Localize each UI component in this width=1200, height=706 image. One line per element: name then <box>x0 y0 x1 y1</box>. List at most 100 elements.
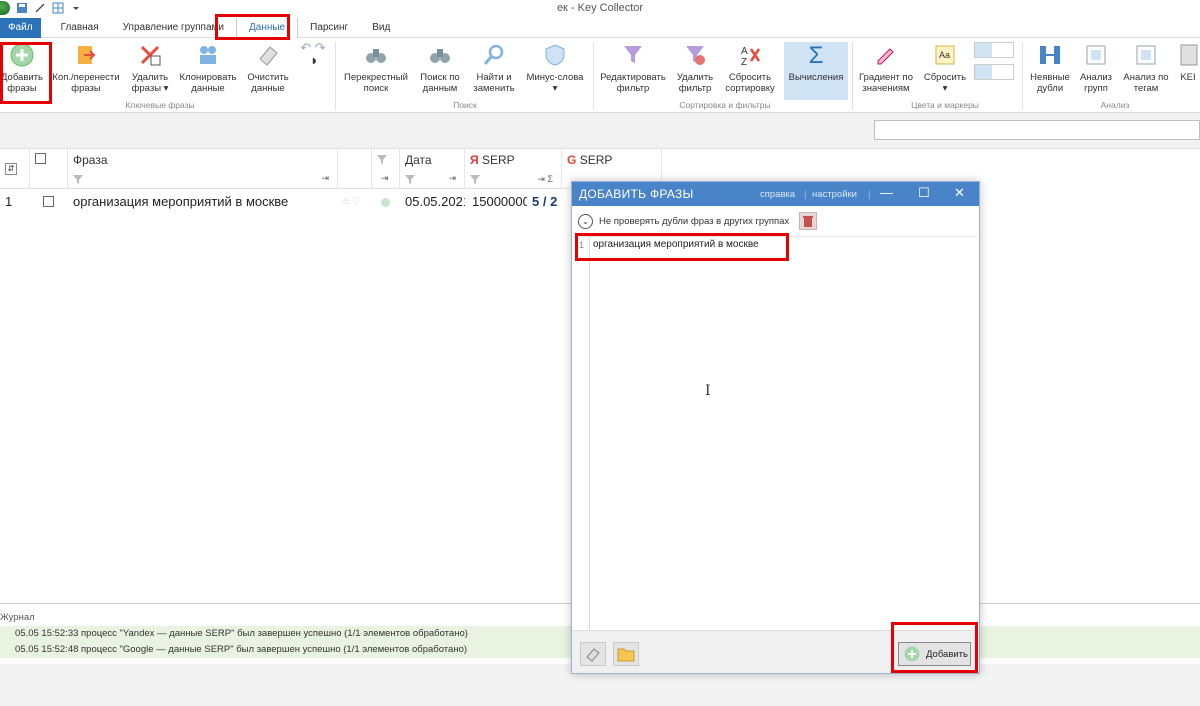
phrase-line[interactable]: организация мероприятий в москве <box>593 239 759 250</box>
implicit-duplicates-button[interactable]: Неявные дубли <box>1026 42 1074 94</box>
filter-icon[interactable] <box>377 155 387 164</box>
clone-people-icon <box>195 42 221 68</box>
delete-phrases-button[interactable]: Удалить фразы ▾ <box>126 42 174 94</box>
group-label-sort-filter: Сортировка и фильтры <box>679 100 771 110</box>
select-all-checkbox-cell[interactable] <box>30 149 68 189</box>
column-header-yandex-serp[interactable]: Я SERP ⇥ Σ <box>465 149 562 189</box>
filter-icon[interactable] <box>73 175 83 184</box>
duplicate-check-option[interactable]: Не проверять дубли фраз в других группах <box>599 216 789 227</box>
minus-words-label: Минус-слова ▾ <box>526 72 584 94</box>
pin-icon[interactable]: ⇥ <box>321 173 329 184</box>
clear-data-button[interactable]: Очистить данные <box>244 42 292 94</box>
kei-button[interactable]: KEI <box>1176 42 1200 83</box>
row-checkbox-cell[interactable] <box>38 190 68 214</box>
clone-data-button[interactable]: Клонировать данные <box>178 42 238 94</box>
lock-icon[interactable]: ⌂ ♡ <box>338 190 372 214</box>
filter-icon[interactable] <box>470 175 480 184</box>
pin-icon[interactable]: ⇥ <box>381 173 389 184</box>
text-style-icon: Aa <box>932 42 958 68</box>
find-replace-button[interactable]: Найти и заменить <box>470 42 518 94</box>
column-yandex-serp-label: SERP <box>481 153 515 167</box>
column-header-date[interactable]: Дата ⇥ <box>400 149 465 189</box>
group-label-colors-markers: Цвета и маркеры <box>911 100 979 110</box>
tab-group-management[interactable]: Управление группами <box>111 18 236 38</box>
column-header-phrase[interactable]: Фраза ⇥ <box>68 149 338 189</box>
maximize-icon[interactable]: ☐ <box>918 185 930 201</box>
eraser-icon <box>586 648 600 662</box>
phrase-cell[interactable]: организация мероприятий в москве <box>68 190 338 214</box>
cross-search-button[interactable]: Перекрестный поиск <box>342 42 410 94</box>
edit-filter-button[interactable]: Редактировать фильтр <box>598 42 668 94</box>
copy-move-phrases-button[interactable]: Коп./перенести фразы <box>50 42 122 94</box>
delete-filter-button[interactable]: Удалить фильтр <box>672 42 718 94</box>
delete-cross-icon <box>137 42 163 68</box>
chevron-down-icon[interactable]: ⌄ <box>578 213 593 229</box>
group-analysis-button[interactable]: Анализ групп <box>1076 42 1116 94</box>
open-folder-button[interactable] <box>613 642 639 666</box>
tab-parsing[interactable]: Парсинг <box>298 18 360 38</box>
column-header-marker[interactable]: ⇥ <box>372 149 400 189</box>
title-bar: ек - Key Collector <box>0 0 1200 18</box>
help-link[interactable]: справка <box>760 189 795 200</box>
tab-view[interactable]: Вид <box>360 18 402 38</box>
kei-label: KEI <box>1180 72 1196 83</box>
group-analysis-icon <box>1083 42 1109 68</box>
pin-sigma-icon[interactable]: ⇥ Σ <box>537 174 553 185</box>
add-phrases-button[interactable]: Добавить фразы <box>0 42 44 94</box>
copy-move-icon <box>73 42 99 68</box>
funnel-icon <box>620 42 646 68</box>
svg-text:Z: Z <box>741 57 747 67</box>
quick-filter-input[interactable] <box>874 120 1200 140</box>
reset-colors-button[interactable]: Aa Сбросить ▾ <box>920 42 970 94</box>
dialog-footer: Добавить <box>572 630 979 673</box>
eraser-button[interactable] <box>580 642 606 666</box>
dialog-title-bar[interactable]: ДОБАВИТЬ ФРАЗЫ справка | настройки | — ☐… <box>572 182 979 206</box>
minus-words-button[interactable]: Минус-слова ▾ <box>524 42 586 94</box>
binoculars-icon <box>427 42 453 68</box>
trash-icon[interactable] <box>799 212 818 230</box>
phrases-textarea[interactable]: 1 организация мероприятий в москве I <box>576 236 977 631</box>
tab-file[interactable]: Файл <box>0 18 41 38</box>
date-cell[interactable]: 05.05.2021 <box>400 190 465 214</box>
group-label-search: Поиск <box>453 100 477 110</box>
column-header-status[interactable] <box>338 149 372 189</box>
settings-link[interactable]: настройки <box>812 189 857 200</box>
close-icon[interactable]: ✕ <box>954 185 965 201</box>
column-chooser-icon[interactable]: ⇵ <box>0 149 30 189</box>
svg-text:Aa: Aa <box>939 50 950 60</box>
calculator-icon <box>1176 42 1200 68</box>
color-picker-1-icon[interactable] <box>974 42 1014 58</box>
line-number: 1 <box>579 240 585 250</box>
color-picker-2-icon[interactable] <box>974 64 1014 80</box>
add-button[interactable]: Добавить <box>898 642 971 666</box>
gradient-values-button[interactable]: Градиент по значениям <box>856 42 916 94</box>
ribbon-separator <box>852 42 853 110</box>
implicit-duplicates-label: Неявные дубли <box>1030 72 1070 94</box>
link-separator: | <box>868 189 871 200</box>
ribbon-separator <box>593 42 594 110</box>
serp-count-cell[interactable]: 15000000 <box>467 190 527 214</box>
grid-header: ⇵ Фраза ⇥ ⇥ Дата ⇥ Я SERP ⇥ Σ G SERP <box>0 149 666 189</box>
contrast-icon[interactable]: ◑ <box>298 53 328 67</box>
calculations-button[interactable]: Σ Вычисления <box>784 42 848 100</box>
find-replace-label: Найти и заменить <box>473 72 515 94</box>
tab-data[interactable]: Данные <box>235 18 299 38</box>
minimize-icon[interactable]: — <box>880 185 893 200</box>
add-phrases-label: Добавить фразы <box>1 72 43 94</box>
row-checkbox[interactable] <box>43 196 54 207</box>
calculations-label: Вычисления <box>788 72 844 83</box>
sigma-icon: Σ <box>808 41 824 69</box>
select-all-checkbox[interactable] <box>35 153 46 164</box>
filter-icon[interactable] <box>405 175 415 184</box>
table-row[interactable]: 1 организация мероприятий в москве ⌂ ♡ 0… <box>0 190 666 214</box>
search-data-button[interactable]: Поиск по данным <box>416 42 464 94</box>
shield-icon <box>542 42 568 68</box>
journal-title: Журнал <box>0 612 35 623</box>
window-title: ек - Key Collector <box>556 2 644 14</box>
tag-analysis-button[interactable]: Анализ по тегам <box>1120 42 1172 94</box>
serp-rank-cell[interactable]: 5 / 2 <box>527 190 567 214</box>
status-dot-icon <box>376 190 400 214</box>
reset-sort-button[interactable]: AZ Сбросить сортировку <box>722 42 778 94</box>
pin-icon[interactable]: ⇥ <box>448 173 456 184</box>
tab-home[interactable]: Главная <box>49 18 111 38</box>
